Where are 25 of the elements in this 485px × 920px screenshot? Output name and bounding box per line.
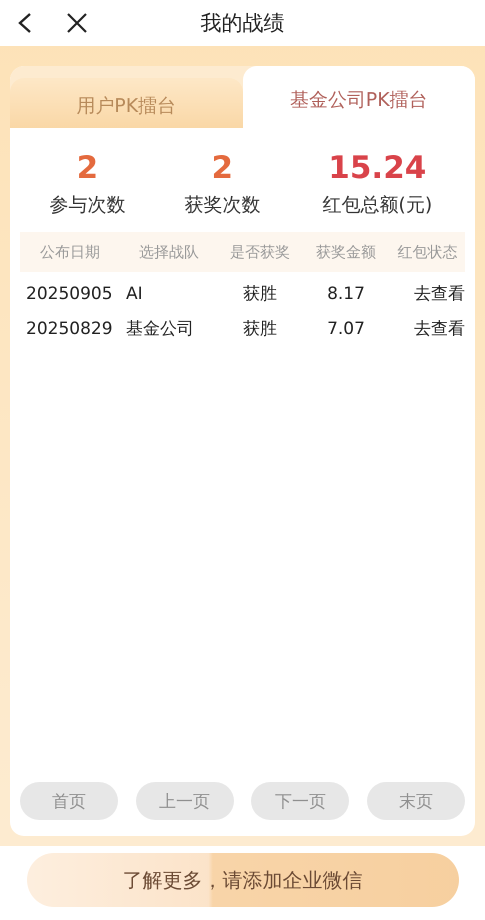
view-link[interactable]: 去查看 — [390, 282, 465, 305]
table-cell-text: 获胜 — [242, 318, 278, 340]
page-title: 我的战绩 — [200, 10, 284, 37]
stat-label: 参与次数 — [49, 193, 126, 218]
table-cell-text: 获胜 — [242, 283, 278, 305]
tab[interactable]: 用户PK擂台 — [10, 78, 242, 128]
stat-value: 2 — [211, 150, 234, 186]
column-header: 公布日期 — [39, 242, 101, 262]
tab[interactable]: 基金公司PK擂台 — [242, 66, 475, 128]
column-header: 红包状态 — [396, 242, 458, 262]
stat-label: 获奖次数 — [184, 193, 260, 218]
table-cell-text: 7.07 — [326, 318, 366, 338]
stat-value: 2 — [76, 150, 98, 186]
table-cell-text: 8.17 — [326, 284, 366, 304]
contact-banner[interactable]: 了解更多，请添加企业微信 — [26, 853, 458, 907]
column-header: 获奖金额 — [315, 242, 377, 262]
view-link[interactable]: 去查看 — [390, 317, 465, 340]
column-header: 是否获奖 — [229, 242, 291, 262]
stat-label: 红包总额(元) — [322, 193, 432, 218]
table-cell-text: 20250829 — [25, 318, 114, 338]
column-header: 选择战队 — [138, 242, 200, 262]
stat-value: 15.24 — [328, 150, 426, 186]
table-cell-text: AI — [125, 284, 144, 304]
table-cell-text: 基金公司 — [125, 318, 195, 340]
table-cell-text: 20250905 — [25, 284, 114, 304]
